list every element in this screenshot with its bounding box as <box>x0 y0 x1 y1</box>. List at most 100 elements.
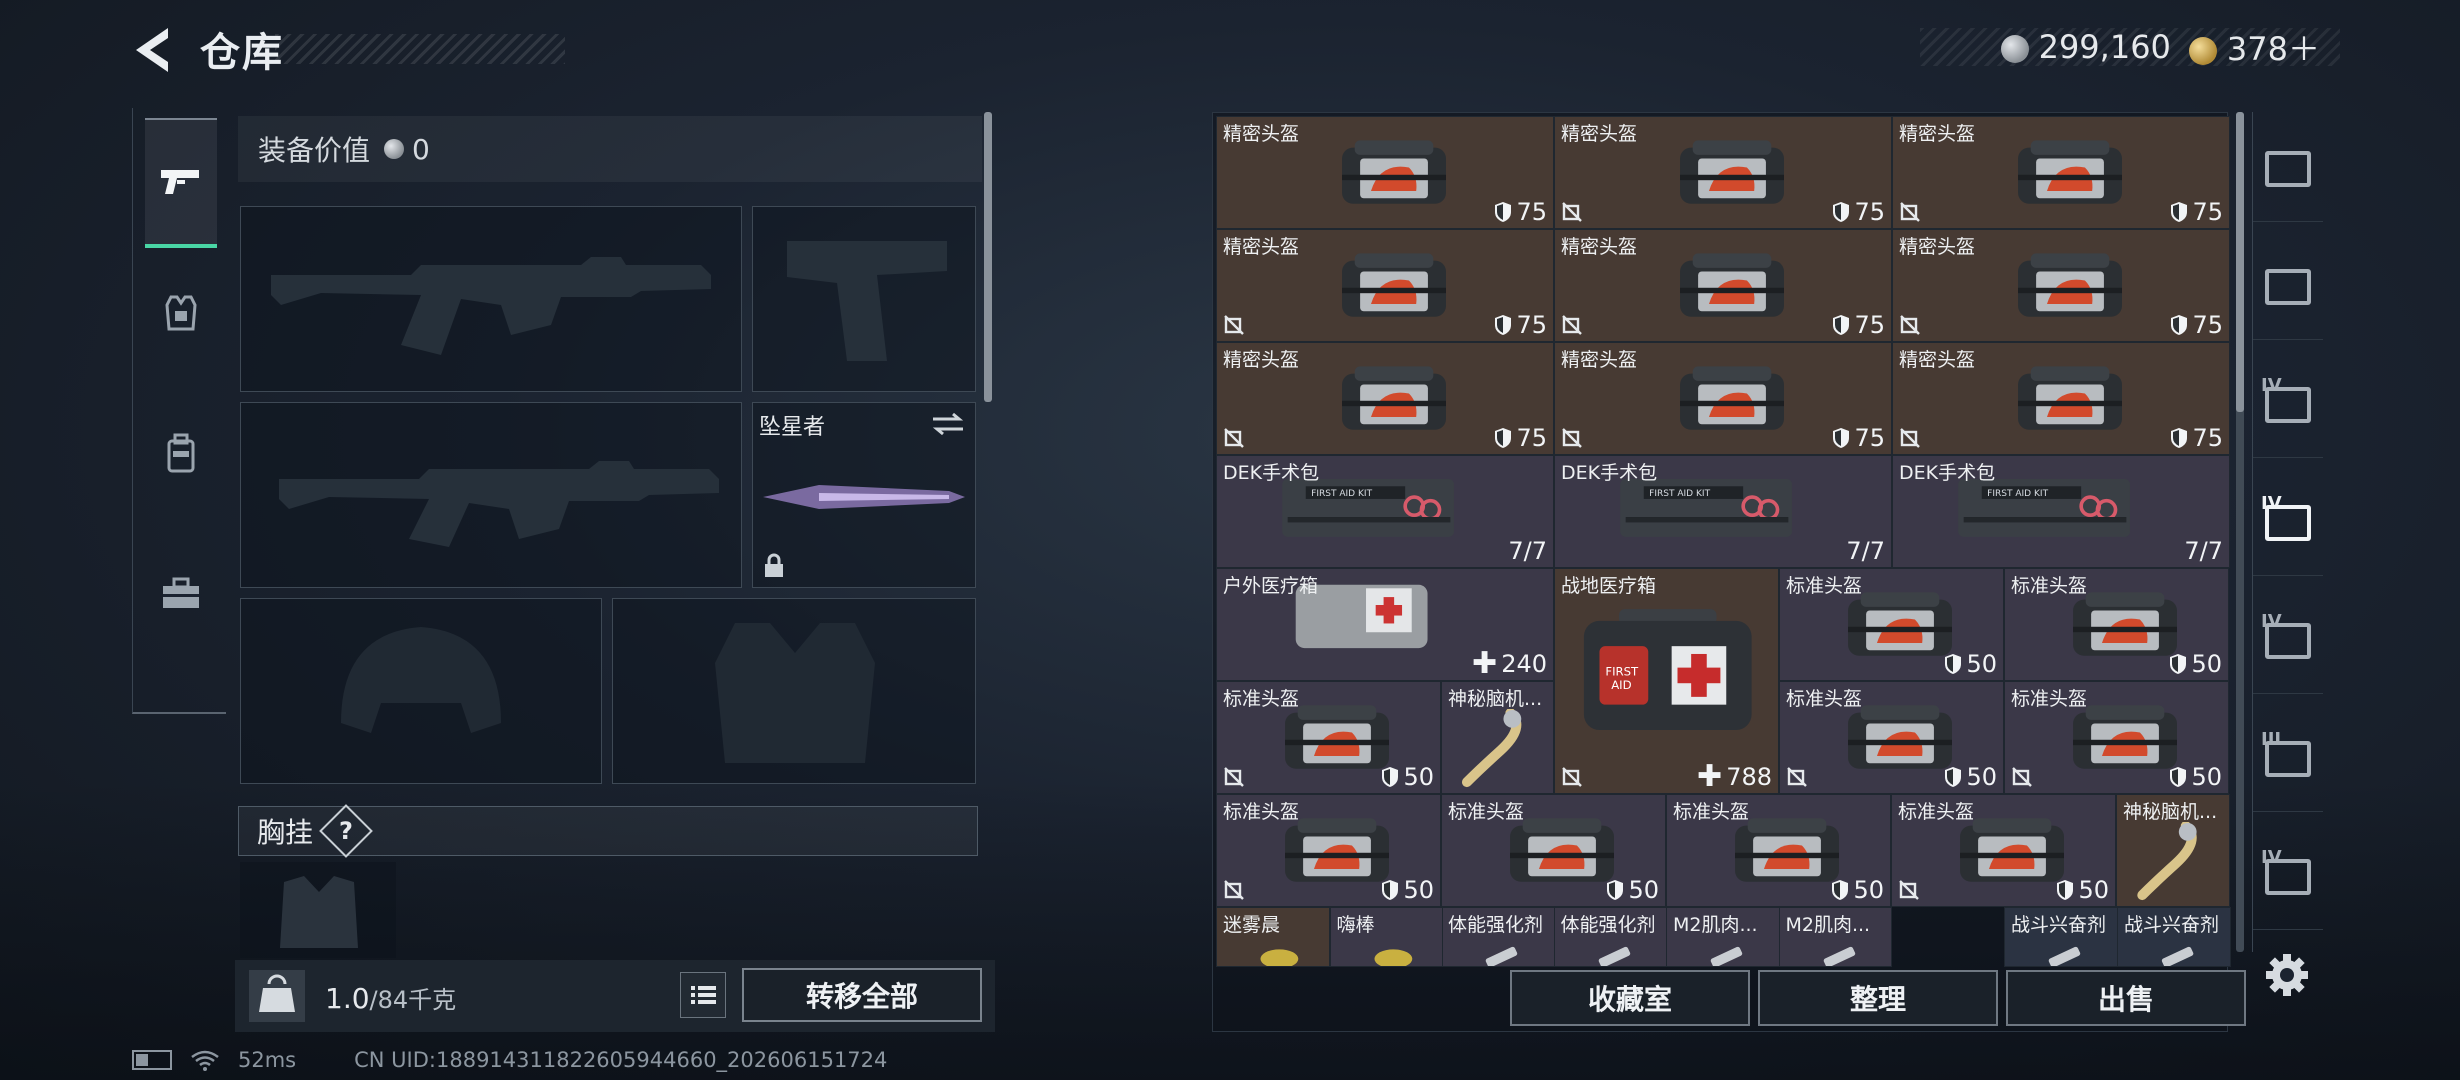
armor-shield-icon <box>1382 880 1399 900</box>
warehouse-item-cell[interactable]: 标准头盔 50 <box>1216 794 1441 907</box>
brain-interface-icon <box>1461 709 1521 788</box>
warehouse-item-cell[interactable]: FIRST AID 战地医疗箱 ✚ 788 <box>1554 568 1779 794</box>
helmet-slot[interactable] <box>240 598 602 784</box>
item-name: 精密头盔 <box>1561 349 1638 371</box>
item-value: 75 <box>1832 311 1885 339</box>
warehouse-scrollbar-thumb[interactable] <box>2236 112 2244 412</box>
storage-box-icon <box>2261 261 2315 309</box>
item-value-text: 788 <box>1726 763 1772 791</box>
melee-slot[interactable]: 坠星者 <box>752 402 976 588</box>
first-aid-case-icon: FIRST AID <box>1583 609 1752 731</box>
storage-tab-4[interactable]: IV <box>2253 466 2323 576</box>
item-name: 精密头盔 <box>1561 236 1638 258</box>
armor-shield-icon <box>2057 880 2074 900</box>
storage-tab-5[interactable]: IV <box>2253 584 2323 694</box>
swap-icon[interactable] <box>931 411 965 437</box>
warehouse-item-cell[interactable]: 精密头盔 75 <box>1216 229 1554 342</box>
category-weapons[interactable] <box>145 118 217 248</box>
vault-button[interactable]: 收藏室 <box>1510 970 1750 1026</box>
secondary-weapon-slot[interactable] <box>240 402 742 588</box>
warehouse-item-cell[interactable]: 标准头盔 50 <box>2004 568 2229 681</box>
warehouse-item-cell[interactable]: 精密头盔 75 <box>1554 229 1892 342</box>
back-arrow-icon <box>136 28 168 72</box>
warehouse-item-cell[interactable]: 标准头盔 50 <box>1779 681 2004 794</box>
help-icon[interactable]: ? <box>319 804 373 858</box>
warehouse-item-cell[interactable]: 精密头盔 75 <box>1892 116 2230 229</box>
settings-button[interactable] <box>2262 950 2312 1000</box>
storage-tab-6[interactable]: III <box>2253 702 2323 812</box>
equipment-value-label: 装备价值 <box>258 134 371 167</box>
storage-tab-1[interactable] <box>2253 112 2323 222</box>
warehouse-item-cell[interactable]: 标准头盔 50 <box>1891 794 2116 907</box>
helmet-bag-icon <box>1680 366 1784 430</box>
warehouse-item-cell[interactable]: 精密头盔 75 <box>1554 116 1892 229</box>
item-value-text: 50 <box>1628 876 1659 904</box>
rifle-silhouette-icon <box>271 257 711 355</box>
warehouse-item-cell[interactable]: 标准头盔 50 <box>2004 681 2229 794</box>
chest-rig-slot[interactable] <box>240 862 396 958</box>
item-value: 7/7 <box>1846 537 1885 565</box>
vest-icon <box>165 295 197 331</box>
transfer-all-button[interactable]: 转移全部 <box>742 968 982 1022</box>
warehouse-item-cell[interactable]: FIRST AID KIT DEK手术包 7/7 <box>1554 455 1892 568</box>
equipment-scrollbar[interactable] <box>984 112 992 402</box>
warehouse-item-cell[interactable]: 神秘脑机... <box>2116 794 2230 907</box>
warehouse-item-cell[interactable]: 嗨棒 <box>1329 907 1443 967</box>
warehouse-item-cell[interactable]: 标准头盔 50 <box>1216 681 1441 794</box>
warehouse-item-cell[interactable]: 户外医疗箱 ✚ 240 <box>1216 568 1554 681</box>
warehouse-item-cell[interactable]: 迷雾晨 <box>1216 907 1330 967</box>
primary-weapon-slot[interactable] <box>240 206 742 392</box>
warehouse-item-cell[interactable]: 标准头盔 50 <box>1441 794 1666 907</box>
item-name: 标准头盔 <box>1223 688 1300 710</box>
armor-shield-icon <box>1607 880 1624 900</box>
armor-shield-icon <box>1495 428 1512 448</box>
warehouse-item-cell[interactable]: 战斗兴奋剂 <box>2004 907 2118 967</box>
warehouse-item-cell[interactable]: 神秘脑机... <box>1441 681 1554 794</box>
storage-tab-7[interactable]: IV <box>2253 820 2323 930</box>
warehouse-item-cell[interactable]: 精密头盔 75 <box>1892 229 2230 342</box>
item-value: 75 <box>1494 311 1547 339</box>
storage-tier-label: IV <box>2261 492 2282 514</box>
category-backpack[interactable] <box>145 388 217 518</box>
warehouse-item-cell[interactable]: FIRST AID KIT DEK手术包 7/7 <box>1216 455 1554 568</box>
storage-tab-2[interactable] <box>2253 230 2323 340</box>
warehouse-item-cell[interactable]: FIRST AID KIT DEK手术包 7/7 <box>1892 455 2230 568</box>
body-armor-slot[interactable] <box>612 598 976 784</box>
warehouse-item-cell[interactable]: 精密头盔 75 <box>1892 342 2230 455</box>
ping-readout: 52ms <box>238 1048 297 1072</box>
warehouse-item-cell[interactable]: M2肌肉... <box>1778 907 1892 967</box>
no-trade-icon <box>1562 767 1582 787</box>
warehouse-item-cell[interactable]: 标准头盔 50 <box>1779 568 2004 681</box>
warehouse-item-cell[interactable]: M2肌肉... <box>1666 907 1780 967</box>
warehouse-item-cell[interactable]: 精密头盔 75 <box>1216 342 1554 455</box>
sort-button[interactable]: 整理 <box>1758 970 1998 1026</box>
armor-shield-icon <box>2170 654 2187 674</box>
list-view-button[interactable] <box>680 972 726 1018</box>
item-value: 50 <box>2169 650 2222 678</box>
warehouse-item-cell[interactable]: 战斗兴奋剂 <box>2117 907 2231 967</box>
heal-plus-icon: ✚ <box>1697 759 1723 794</box>
sell-button[interactable]: 出售 <box>2006 970 2246 1026</box>
warehouse-item-cell[interactable]: 体能强化剂 <box>1553 907 1667 967</box>
category-armor[interactable] <box>145 248 217 378</box>
pistol-icon <box>161 170 199 194</box>
pistol-slot[interactable] <box>752 206 976 392</box>
storage-tab-3[interactable]: IV <box>2253 348 2323 458</box>
rifle-silhouette-icon <box>279 461 719 547</box>
vest-silhouette-icon <box>715 623 875 763</box>
storage-tier-label: III <box>2261 728 2282 750</box>
warehouse-item-cell[interactable]: 标准头盔 50 <box>1666 794 1891 907</box>
gold-coin-icon <box>2188 37 2217 65</box>
storage-box-icon: IV <box>2261 847 2315 899</box>
weight-readout: 1.0/84千克 <box>325 980 456 1015</box>
item-name: 精密头盔 <box>1223 236 1300 258</box>
warehouse-item-cell[interactable]: 精密头盔 75 <box>1216 116 1554 229</box>
kettlebell-icon <box>259 974 295 1012</box>
back-button[interactable] <box>128 22 178 78</box>
no-trade-icon <box>1562 428 1582 448</box>
gold-currency[interactable]: 378＋ <box>2188 24 2320 70</box>
warehouse-item-cell[interactable]: 体能强化剂 <box>1441 907 1555 967</box>
warehouse-item-cell[interactable]: 精密头盔 75 <box>1554 342 1892 455</box>
lock-icon <box>765 553 783 577</box>
category-case[interactable] <box>145 528 217 658</box>
